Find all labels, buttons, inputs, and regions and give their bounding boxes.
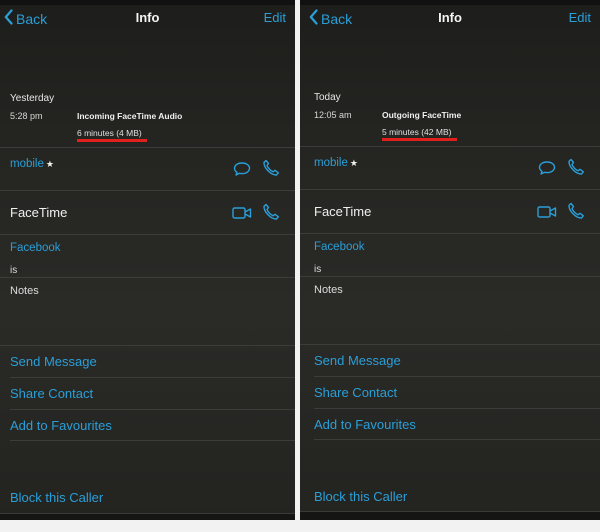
divider: [0, 147, 295, 148]
contact-info-panel-right: Back Info Edit Today 12:05 am Outgoing F…: [300, 0, 600, 520]
phone-icon: [567, 202, 585, 224]
send-message-button[interactable]: Send Message: [10, 354, 97, 369]
call-duration: 5 minutes (42 MB): [382, 127, 452, 137]
facebook-value[interactable]: is: [314, 264, 321, 275]
call-date: Today: [314, 92, 341, 103]
bottom-edge: [0, 513, 295, 520]
highlight-underline: [382, 138, 457, 141]
call-duration: 6 minutes (4 MB): [77, 128, 142, 138]
nav-bar: Back Info Edit: [300, 5, 600, 31]
divider: [300, 344, 600, 345]
mobile-row-label: mobile ★: [314, 153, 358, 171]
phone-icon: [262, 203, 280, 225]
star-icon: ★: [45, 159, 54, 169]
divider: [0, 277, 295, 278]
call-mobile-button[interactable]: [262, 159, 280, 182]
block-caller-button[interactable]: Block this Caller: [10, 490, 103, 505]
message-icon: [233, 162, 251, 181]
facetime-label: FaceTime: [10, 205, 68, 220]
call-type: Incoming FaceTime Audio: [77, 111, 183, 121]
phone-icon: [567, 158, 585, 180]
facetime-audio-button[interactable]: [262, 203, 280, 226]
divider: [314, 439, 600, 440]
share-contact-button[interactable]: Share Contact: [314, 385, 397, 400]
divider: [300, 146, 600, 147]
video-icon: [537, 206, 557, 223]
facetime-video-button[interactable]: [232, 206, 252, 225]
bottom-edge: [300, 511, 600, 520]
share-contact-button[interactable]: Share Contact: [10, 386, 93, 401]
divider: [10, 409, 295, 410]
message-button[interactable]: [538, 160, 556, 181]
block-caller-button[interactable]: Block this Caller: [314, 489, 407, 504]
edit-button[interactable]: Edit: [569, 10, 591, 25]
mobile-label: mobile: [314, 157, 348, 169]
call-type: Outgoing FaceTime: [382, 110, 462, 120]
divider: [0, 345, 295, 346]
divider: [0, 190, 295, 191]
divider: [314, 408, 600, 409]
star-icon: ★: [349, 158, 358, 168]
phone-icon: [262, 159, 280, 181]
divider: [10, 440, 295, 441]
divider: [10, 377, 295, 378]
facebook-value[interactable]: is: [10, 265, 17, 276]
divider: [0, 234, 295, 235]
page-title: Info: [438, 10, 462, 25]
call-time: 12:05 am: [314, 110, 352, 120]
message-button[interactable]: [233, 161, 251, 182]
facebook-label: Facebook: [314, 241, 365, 253]
video-icon: [232, 207, 252, 224]
mobile-label: mobile: [10, 158, 44, 170]
page-title: Info: [135, 10, 160, 25]
contact-info-panel-left: Back Info Edit Yesterday 5:28 pm Incomin…: [0, 0, 295, 520]
divider: [314, 376, 600, 377]
call-date: Yesterday: [10, 93, 55, 104]
mobile-row-label: mobile ★: [10, 154, 54, 172]
facetime-video-button[interactable]: [537, 205, 557, 224]
add-to-favourites-button[interactable]: Add to Favourites: [10, 418, 112, 433]
call-time: 5:28 pm: [10, 111, 43, 121]
notes-label[interactable]: Notes: [314, 284, 343, 296]
notes-label[interactable]: Notes: [10, 285, 39, 297]
call-mobile-button[interactable]: [567, 158, 585, 181]
edit-button[interactable]: Edit: [264, 10, 286, 25]
divider: [300, 189, 600, 190]
facetime-label: FaceTime: [314, 204, 372, 219]
send-message-button[interactable]: Send Message: [314, 353, 401, 368]
add-to-favourites-button[interactable]: Add to Favourites: [314, 417, 416, 432]
nav-bar: Back Info Edit: [0, 5, 295, 31]
divider: [300, 233, 600, 234]
facebook-label: Facebook: [10, 242, 61, 254]
highlight-underline: [77, 139, 147, 142]
divider: [300, 276, 600, 277]
facetime-audio-button[interactable]: [567, 202, 585, 225]
message-icon: [538, 161, 556, 180]
